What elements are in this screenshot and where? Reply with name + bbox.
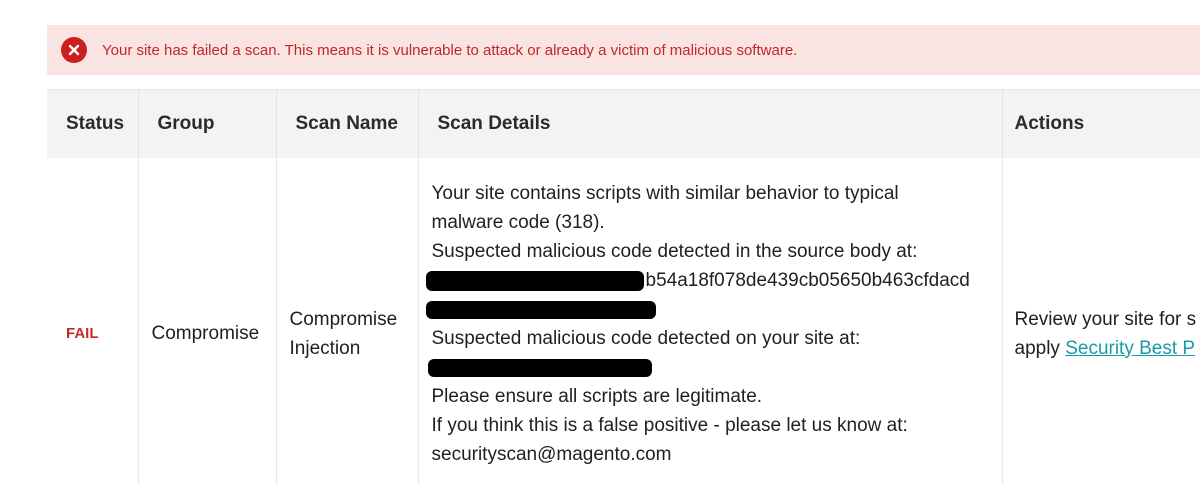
actions-line: apply Security Best P xyxy=(1015,334,1200,363)
details-line: malware code (318). xyxy=(431,212,605,233)
url-hash-text: b54a18f078de439cb05650b463cfdacd xyxy=(645,270,970,291)
redaction-bar xyxy=(425,300,656,319)
redaction-bar xyxy=(425,270,644,291)
header-scan-details: Scan Details xyxy=(418,89,1003,158)
security-best-practices-link[interactable]: Security Best P xyxy=(1065,338,1195,359)
details-line: Your site contains scripts with similar … xyxy=(431,183,899,204)
scan-name-line: Compromise xyxy=(289,308,398,330)
scan-failed-alert: Your site has failed a scan. This means … xyxy=(47,25,1200,75)
header-scan-name: Scan Name xyxy=(276,89,419,158)
alert-message: Your site has failed a scan. This means … xyxy=(102,41,798,59)
actions-line: Review your site for s xyxy=(1014,308,1197,330)
scan-details-cell: Your site contains scripts with similar … xyxy=(418,158,1003,485)
table-header-row: Status Group Scan Name Scan Details Acti… xyxy=(47,89,1200,158)
header-actions: Actions xyxy=(1002,89,1200,158)
support-email[interactable]: securityscan@magento.com xyxy=(432,440,1002,469)
details-line: If you think this is a false positive - … xyxy=(431,415,908,436)
scan-name-line: Injection xyxy=(289,337,361,359)
details-redacted-line xyxy=(427,353,1002,382)
actions-cell: Review your site for s apply Security Be… xyxy=(1002,158,1200,485)
header-status: Status xyxy=(47,89,139,158)
actions-prefix: apply xyxy=(1014,337,1066,359)
error-x-icon xyxy=(61,37,87,63)
scan-results-table: Status Group Scan Name Scan Details Acti… xyxy=(47,89,1200,485)
details-url-line: b54a18f078de439cb05650b463cfdacd xyxy=(425,266,1002,295)
table-row: FAIL Compromise Compromise Injection You… xyxy=(47,158,1200,485)
details-line: Please ensure all scripts are legitimate… xyxy=(431,386,763,407)
header-group: Group xyxy=(138,89,277,158)
details-redacted-line xyxy=(425,295,1002,324)
details-line: Suspected malicious code detected on you… xyxy=(431,328,861,349)
scan-results-page: Your site has failed a scan. This means … xyxy=(0,0,1200,485)
redaction-bar xyxy=(427,358,652,377)
scan-name-cell: Compromise Injection xyxy=(276,158,419,485)
status-cell: FAIL xyxy=(47,158,139,485)
group-cell: Compromise xyxy=(138,158,277,485)
details-line: Suspected malicious code detected in the… xyxy=(431,241,918,262)
